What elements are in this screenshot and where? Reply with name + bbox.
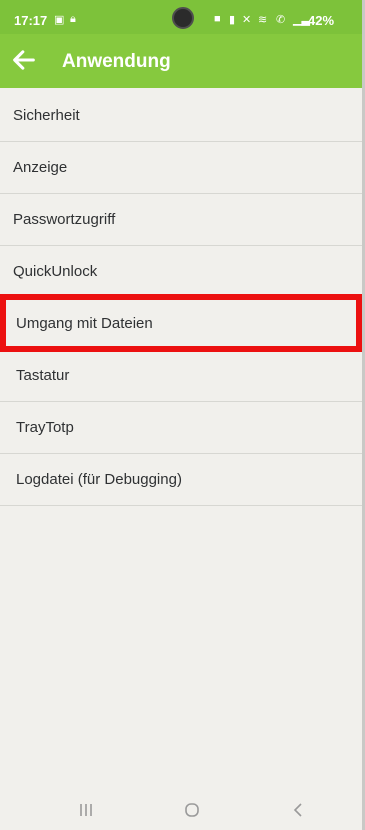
list-item-umgang-mit-dateien[interactable]: Umgang mit Dateien bbox=[0, 298, 362, 350]
list-item-label: Anzeige bbox=[13, 159, 68, 176]
battery-percent: 42% bbox=[308, 13, 335, 28]
camera-cutout bbox=[172, 7, 194, 29]
phone-screen: 17:17 ▣ 🔒︎ ■ ▮ ✕ ≋ ✆ ▁▃ 42% Anwendung Si… bbox=[0, 0, 365, 830]
status-bar: 17:17 ▣ 🔒︎ ■ ▮ ✕ ≋ ✆ ▁▃ 42% bbox=[0, 0, 362, 34]
back-nav-icon[interactable] bbox=[284, 798, 312, 822]
list-item-anzeige[interactable]: Anzeige bbox=[0, 142, 362, 194]
list-item-tastatur[interactable]: Tastatur bbox=[0, 350, 362, 402]
list-item-label: Sicherheit bbox=[13, 107, 80, 124]
list-item-label: Tastatur bbox=[16, 367, 70, 384]
list-item-label: Umgang mit Dateien bbox=[16, 315, 153, 332]
app-bar: Anwendung bbox=[0, 34, 362, 88]
back-arrow-icon[interactable] bbox=[10, 46, 38, 74]
page-title: Anwendung bbox=[62, 51, 171, 72]
settings-list: Sicherheit Anzeige Passwortzugriff Quick… bbox=[0, 90, 362, 506]
list-item-quickunlock[interactable]: QuickUnlock bbox=[0, 246, 362, 298]
list-item-label: TrayTotp bbox=[16, 419, 74, 436]
home-icon[interactable] bbox=[178, 798, 206, 822]
sim-icon: ▮ bbox=[229, 14, 236, 26]
list-item-label: Passwortzugriff bbox=[13, 211, 116, 228]
list-item-label: QuickUnlock bbox=[13, 263, 98, 280]
list-item-logdatei[interactable]: Logdatei (für Debugging) bbox=[0, 454, 362, 506]
lock-icon: 🔒︎ bbox=[70, 13, 76, 25]
gallery-icon: ▣ bbox=[54, 14, 65, 26]
list-item-sicherheit[interactable]: Sicherheit bbox=[0, 90, 362, 142]
list-item-passwortzugriff[interactable]: Passwortzugriff bbox=[0, 194, 362, 246]
call-icon: ✆ bbox=[276, 14, 286, 26]
list-item-traytotp[interactable]: TrayTotp bbox=[0, 402, 362, 454]
recent-apps-icon[interactable] bbox=[72, 798, 100, 822]
status-time: 17:17 bbox=[14, 13, 48, 28]
wifi-icon: ≋ bbox=[258, 14, 268, 26]
navigation-bar bbox=[0, 790, 362, 830]
mute-icon: ✕ bbox=[242, 14, 252, 26]
bag-icon: ■ bbox=[214, 13, 221, 25]
list-item-label: Logdatei (für Debugging) bbox=[16, 471, 182, 488]
